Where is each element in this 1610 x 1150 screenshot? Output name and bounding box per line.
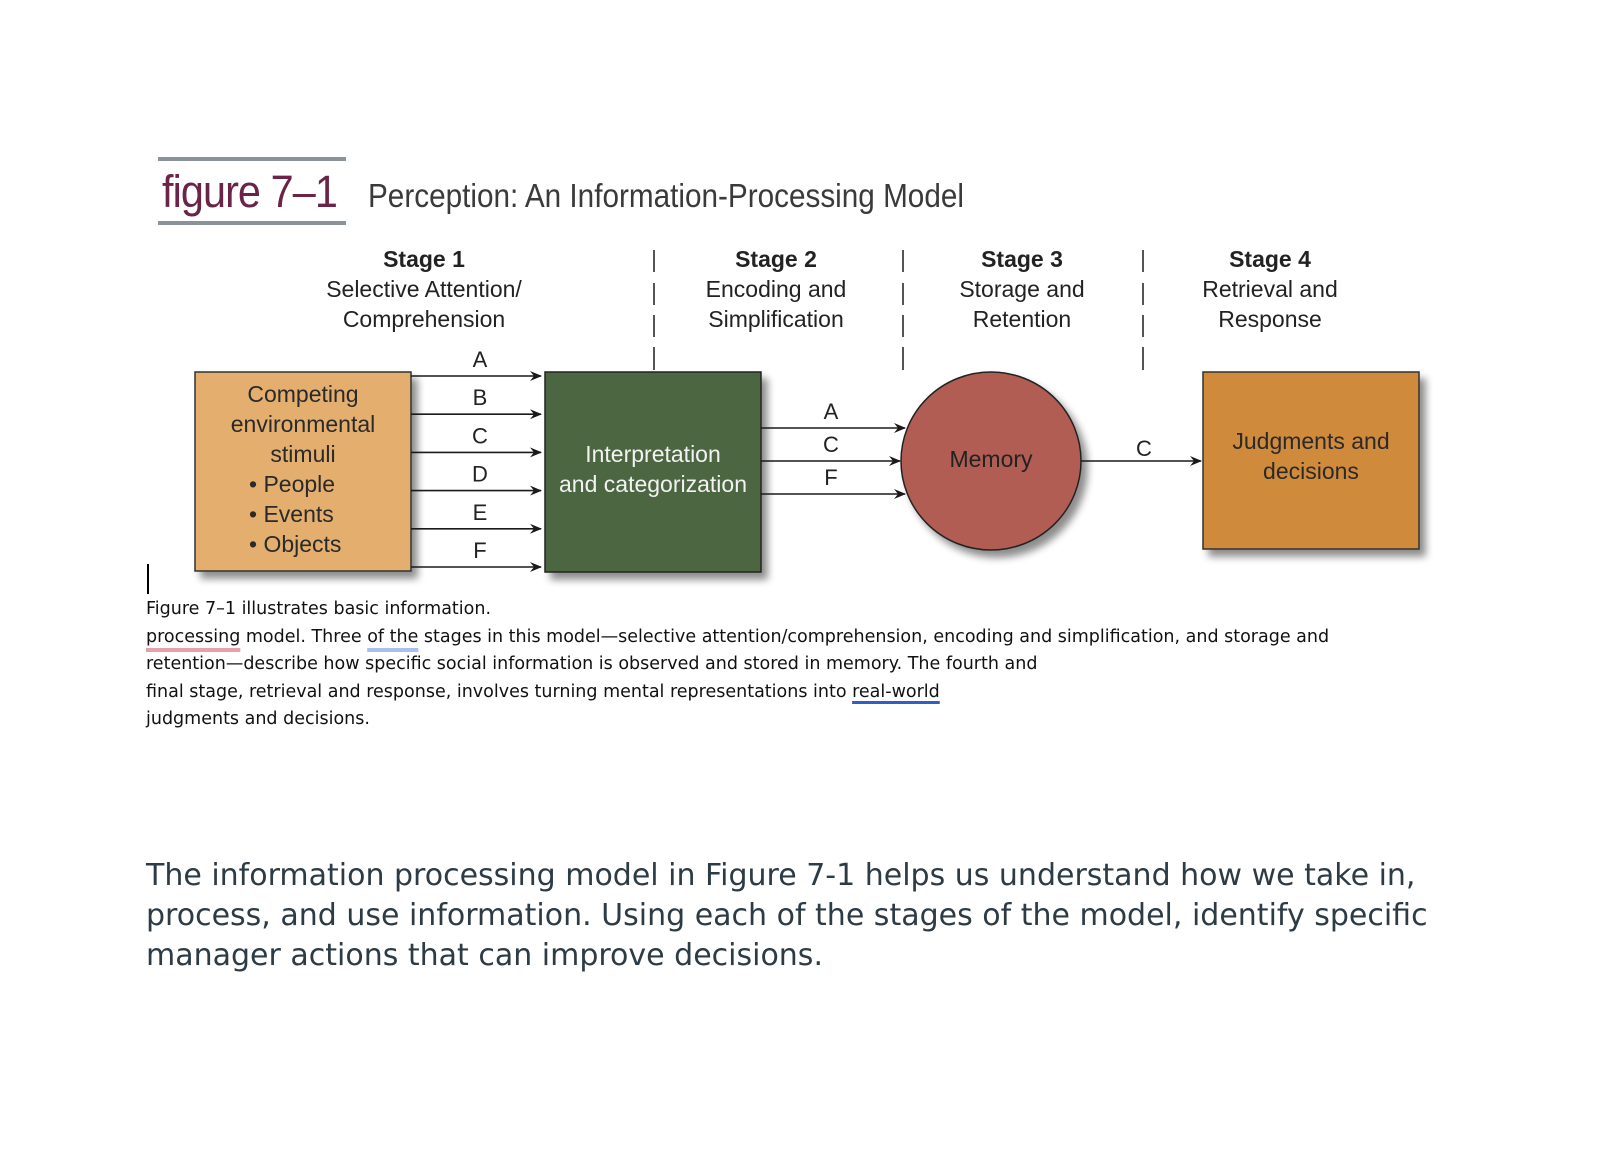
judgments-line: Judgments and (1232, 428, 1390, 454)
edge-label-a: A (473, 347, 488, 372)
caption-line: final stage, retrieval and response, inv… (146, 679, 1329, 707)
caption-text: stages in this model—selective attention… (418, 626, 1330, 647)
question-line: The information processing model in Figu… (146, 858, 1416, 893)
caption-line: Figure 7–1 illustrates basic information… (146, 596, 1329, 624)
edge-label-d: D (472, 462, 488, 487)
interpretation-line: Interpretation (585, 441, 721, 467)
caption-text: retention—describe how specific social i… (146, 654, 1038, 674)
process-diagram: ABCDEFACFC (194, 250, 1420, 573)
caption-text: model. Three (240, 626, 368, 647)
edge-label-b: B (473, 385, 488, 410)
memory-label: Memory (949, 446, 1033, 472)
stimuli-line: environmental (230, 411, 376, 437)
stimuli-line: stimuli (270, 441, 336, 467)
stimuli-line: Competing (247, 381, 359, 407)
caption-text: judgments and decisions. (146, 709, 370, 729)
stimuli-bullet-events: • Events (249, 501, 334, 527)
stimuli-box-label: Competing environmental stimuli • People… (195, 379, 411, 559)
figure-caption[interactable]: Figure 7–1 illustrates basic information… (146, 596, 1329, 734)
stimuli-bullet-people: • People (249, 471, 336, 497)
edge-label-c: C (1136, 436, 1152, 461)
judgments-box-label: Judgments and decisions (1203, 426, 1419, 486)
edge-label-c: C (472, 423, 488, 448)
caption-line: retention—describe how specific social i… (146, 651, 1329, 679)
text-cursor (147, 564, 149, 594)
interpretation-box-label: Interpretation and categorization (545, 439, 761, 499)
question-line: manager actions that can improve decisio… (146, 938, 823, 973)
caption-text: Figure 7–1 illustrates basic information… (146, 599, 492, 619)
spelling-flag[interactable]: processing (146, 627, 240, 647)
caption-text: final stage, retrieval and response, inv… (146, 681, 853, 702)
grammar-flag[interactable]: of the (367, 627, 418, 647)
judgments-line: decisions (1263, 458, 1359, 484)
edge-label-f: F (824, 465, 837, 490)
caption-line: processing model. Three of the stages in… (146, 624, 1329, 652)
grammar-flag[interactable]: real-world (852, 682, 940, 702)
edge-label-e: E (473, 500, 488, 525)
edge-label-c: C (823, 432, 839, 457)
stimuli-bullet-objects: • Objects (249, 531, 342, 557)
question-line: process, and use information. Using each… (146, 898, 1428, 933)
caption-line: judgments and decisions. (146, 706, 1329, 734)
interpretation-line: and categorization (559, 471, 747, 497)
edge-label-a: A (824, 399, 839, 424)
assignment-question: The information processing model in Figu… (146, 856, 1446, 976)
edge-label-f: F (473, 538, 486, 563)
